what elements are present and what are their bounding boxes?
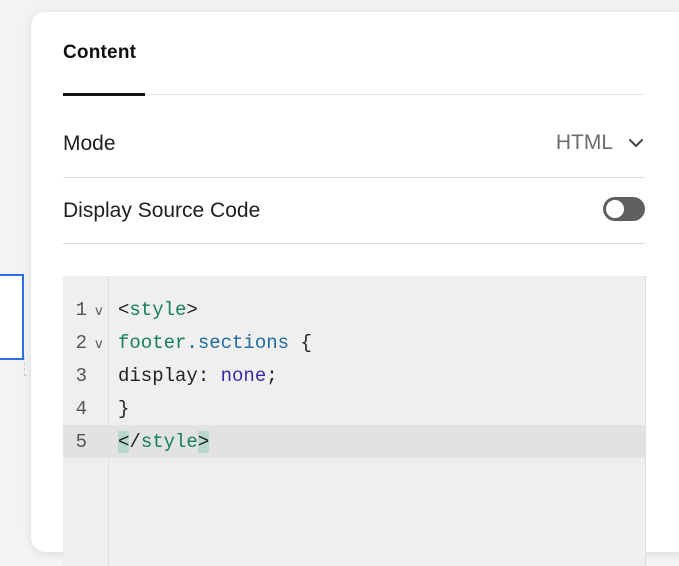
code-line-1: 1 v <style> — [63, 293, 645, 326]
display-source-code-row: Display Source Code — [63, 178, 645, 244]
code-text: </style> — [118, 431, 210, 453]
fold-toggle-icon[interactable]: v — [95, 304, 103, 319]
code-text: } — [118, 398, 130, 420]
line-number: 1 — [75, 299, 87, 321]
display-source-code-toggle[interactable] — [603, 197, 645, 221]
fold-toggle-icon[interactable]: v — [95, 337, 103, 352]
code-line-4: 4 } — [63, 392, 645, 425]
toggle-knob — [606, 200, 624, 218]
code-line-3: 3 display: none; — [63, 359, 645, 392]
chevron-down-icon — [629, 139, 643, 147]
bracket-match: < — [118, 431, 130, 453]
line-number: 3 — [75, 365, 87, 387]
bracket-match: > — [197, 431, 210, 453]
tab-bar: Content — [63, 12, 645, 96]
mode-select[interactable]: HTML — [556, 128, 645, 158]
display-source-code-label: Display Source Code — [63, 199, 261, 222]
tab-active-indicator — [63, 93, 145, 96]
tab-content-label: Content — [63, 42, 137, 63]
code-text: footer.sections { — [118, 332, 312, 354]
selected-block-outline — [0, 274, 24, 360]
mode-value: HTML — [555, 131, 613, 154]
line-number: 2 — [75, 332, 87, 354]
line-number: 5 — [75, 431, 87, 453]
code-line-5-active: 5 </style> — [63, 425, 645, 458]
code-line-2: 2 v footer.sections { — [63, 326, 645, 359]
line-number: 4 — [75, 398, 87, 420]
mode-label: Mode — [63, 132, 116, 155]
block-editor-panel: Content Mode HTML Display Source Code 1 … — [31, 12, 679, 566]
mode-row: Mode HTML — [63, 110, 645, 178]
tab-content[interactable]: Content — [63, 42, 145, 96]
code-editor[interactable]: 1 v <style> 2 v footer.sections { 3 disp… — [63, 276, 646, 566]
code-text: <style> — [118, 299, 198, 321]
code-text: display: none; — [118, 365, 278, 387]
